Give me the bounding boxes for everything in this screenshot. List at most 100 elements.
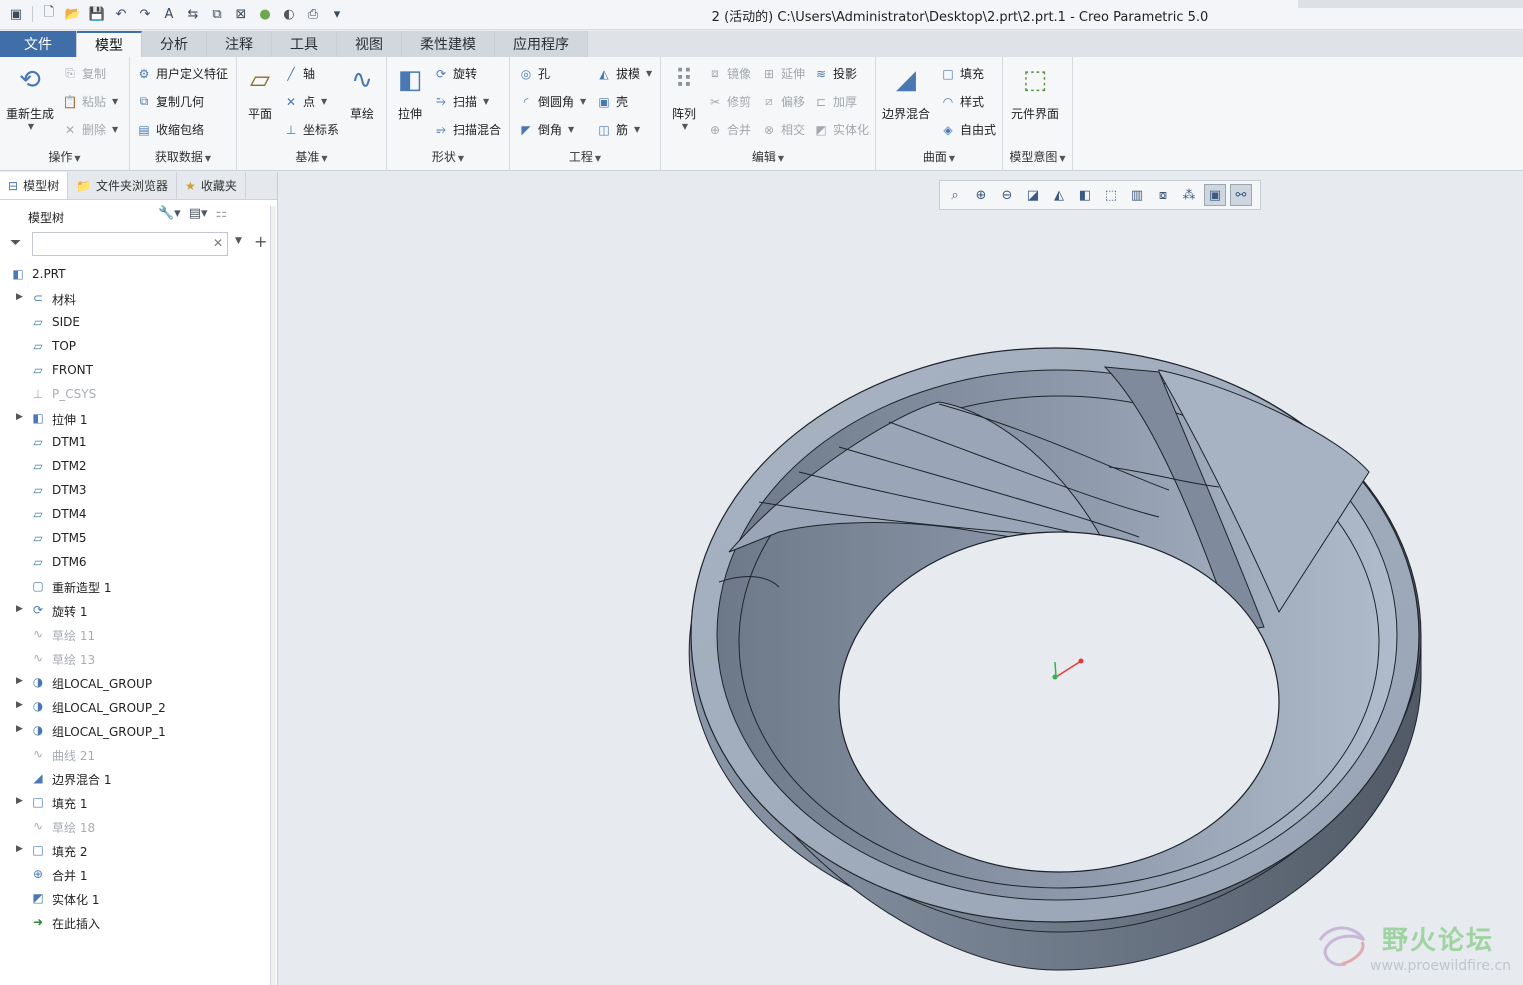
save-icon[interactable]: 💾: [87, 4, 107, 24]
new-file-icon[interactable]: 🗋: [39, 4, 59, 24]
group-label-engineering[interactable]: 工程 ▼: [510, 148, 660, 165]
search-input[interactable]: [32, 232, 228, 256]
tab-view[interactable]: 视图: [337, 31, 402, 57]
tab-favorites[interactable]: ★ 收藏夹: [177, 172, 246, 199]
display-style-icon[interactable]: ◐: [279, 4, 299, 24]
shrinkwrap-button[interactable]: ▤ 收缩包络: [136, 121, 204, 138]
tree-item[interactable]: ▶ ⊂ 材料: [0, 286, 270, 310]
tree-item[interactable]: ▢ 重新造型 1: [0, 574, 270, 598]
tree-item[interactable]: ∿ 草绘 13: [0, 646, 270, 670]
expand-arrow-icon[interactable]: ▶: [16, 724, 23, 734]
tree-item[interactable]: ▶ ◑ 组LOCAL_GROUP_1: [0, 718, 270, 742]
tree-item[interactable]: ∿ 曲线 21: [0, 742, 270, 766]
panel-splitter[interactable]: [270, 206, 276, 985]
chamfer-button[interactable]: ◤ 倒角 ▼: [518, 121, 574, 138]
window-controls[interactable]: [1298, 0, 1523, 8]
tab-file[interactable]: 文件: [0, 31, 77, 57]
print-icon[interactable]: ⎙: [303, 4, 323, 24]
tree-item[interactable]: ∿ 草绘 11: [0, 622, 270, 646]
expand-arrow-icon[interactable]: ▶: [16, 676, 23, 686]
udf-button[interactable]: ⚙ 用户定义特征: [136, 65, 228, 82]
tree-item[interactable]: ▱ FRONT: [0, 358, 270, 382]
intersect-button[interactable]: ⊗ 相交: [761, 121, 805, 138]
close-window-icon[interactable]: ⊠: [231, 4, 251, 24]
mirror-button[interactable]: ⧈ 镜像: [707, 65, 751, 82]
fill-button[interactable]: □ 填充: [940, 65, 984, 82]
tree-filter-icon[interactable]: ⚏: [216, 206, 228, 221]
delete-button[interactable]: ✕ 删除 ▼: [62, 121, 118, 138]
tree-item[interactable]: ▱ TOP: [0, 334, 270, 358]
extrude-button[interactable]: ◧ 拉伸: [393, 63, 427, 122]
offset-button[interactable]: ⧄ 偏移: [761, 93, 805, 110]
tree-item[interactable]: ▶ ◑ 组LOCAL_GROUP_2: [0, 694, 270, 718]
tree-item[interactable]: ➜ 在此插入: [0, 910, 270, 934]
tree-item[interactable]: ▱ SIDE: [0, 310, 270, 334]
round-button[interactable]: ◜ 倒圆角 ▼: [518, 93, 587, 110]
sketch-button[interactable]: ∿ 草绘: [345, 63, 379, 122]
hole-button[interactable]: ◎ 孔: [518, 65, 550, 82]
style-button[interactable]: ◠ 样式: [940, 93, 984, 110]
expand-arrow-icon[interactable]: ▶: [16, 796, 23, 806]
tree-item[interactable]: ▱ DTM3: [0, 478, 270, 502]
tree-item[interactable]: ▱ DTM6: [0, 550, 270, 574]
expand-arrow-icon[interactable]: ▶: [16, 604, 23, 614]
copy-geometry-button[interactable]: ⧉ 复制几何: [136, 93, 204, 110]
customize-dropdown-icon[interactable]: ▾: [327, 4, 347, 24]
tree-item[interactable]: ▱ DTM1: [0, 430, 270, 454]
close-icon[interactable]: ✕: [213, 236, 223, 250]
axis-button[interactable]: ╱ 轴: [283, 65, 315, 82]
annotation-icon[interactable]: A: [159, 4, 179, 24]
solidify-button[interactable]: ◩ 实体化: [813, 121, 869, 138]
tree-item[interactable]: ∿ 草绘 18: [0, 814, 270, 838]
tree-settings-icon[interactable]: 🔧▾: [158, 206, 181, 221]
app-menu-icon[interactable]: ▣: [6, 4, 26, 24]
tree-item[interactable]: ▱ DTM5: [0, 526, 270, 550]
thicken-button[interactable]: ⊏ 加厚: [813, 93, 857, 110]
tab-tools[interactable]: 工具: [272, 31, 337, 57]
expand-arrow-icon[interactable]: ▶: [16, 412, 23, 422]
extend-button[interactable]: ⊞ 延伸: [761, 65, 805, 82]
group-label-operations[interactable]: 操作 ▼: [0, 148, 129, 165]
3d-model-view[interactable]: [279, 172, 1523, 985]
tab-flexible-modeling[interactable]: 柔性建模: [402, 31, 495, 57]
chevron-down-icon[interactable]: ▼: [235, 236, 242, 246]
graphics-window[interactable]: ⌕ ⊕ ⊖ ◪ ◭ ◧ ⬚ ▥ ⧇ ⁂ ▣ ⚯ 野火论坛 www.proewil…: [279, 172, 1523, 985]
merge-button[interactable]: ⊕ 合并: [707, 121, 751, 138]
plane-button[interactable]: ▱ 平面: [243, 63, 277, 122]
group-label-shapes[interactable]: 形状 ▼: [387, 148, 509, 165]
boundary-blend-button[interactable]: ◢ 边界混合: [882, 63, 930, 122]
expand-arrow-icon[interactable]: ▶: [16, 844, 23, 854]
rib-button[interactable]: ◫ 筋 ▼: [596, 121, 640, 138]
csys-button[interactable]: ⊥ 坐标系: [283, 121, 339, 138]
tab-model[interactable]: 模型: [77, 31, 142, 57]
tree-item[interactable]: ▶ □ 填充 1: [0, 790, 270, 814]
project-button[interactable]: ≋ 投影: [813, 65, 857, 82]
tree-item[interactable]: ▶ ◧ 拉伸 1: [0, 406, 270, 430]
tab-applications[interactable]: 应用程序: [495, 31, 588, 57]
group-label-datum[interactable]: 基准 ▼: [237, 148, 386, 165]
tree-item[interactable]: ◧ 2.PRT: [0, 262, 270, 286]
copy-button[interactable]: ⎘ 复制: [62, 65, 106, 82]
group-label-model-intent[interactable]: 模型意图 ▼: [1003, 148, 1072, 165]
group-label-editing[interactable]: 编辑 ▼: [661, 148, 875, 165]
tab-annotate[interactable]: 注释: [207, 31, 272, 57]
tree-show-icon[interactable]: ▤▾: [189, 206, 208, 221]
regenerate-small-icon[interactable]: ⇆: [183, 4, 203, 24]
tree-item[interactable]: ◩ 实体化 1: [0, 886, 270, 910]
undo-icon[interactable]: ↶: [111, 4, 131, 24]
redo-icon[interactable]: ↷: [135, 4, 155, 24]
expand-arrow-icon[interactable]: ▶: [16, 292, 23, 302]
paste-button[interactable]: 📋 粘贴 ▼: [62, 93, 119, 110]
tree-item[interactable]: ▶ □ 填充 2: [0, 838, 270, 862]
tree-item[interactable]: ▱ DTM2: [0, 454, 270, 478]
tab-model-tree[interactable]: ⊟ 模型树: [0, 172, 69, 199]
revolve-button[interactable]: ⟳ 旋转: [433, 65, 477, 82]
windows-icon[interactable]: ⧉: [207, 4, 227, 24]
regenerate-button[interactable]: ⟲ 重新生成 ▼: [6, 63, 54, 131]
pattern-button[interactable]: ⠿ 阵列 ▼: [667, 63, 701, 131]
swept-blend-button[interactable]: ⥴ 扫描混合: [433, 121, 501, 138]
open-folder-icon[interactable]: 📂: [63, 4, 83, 24]
draft-button[interactable]: ◭ 拔模 ▼: [596, 65, 652, 82]
plus-icon[interactable]: +: [254, 232, 267, 251]
tab-analysis[interactable]: 分析: [142, 31, 207, 57]
